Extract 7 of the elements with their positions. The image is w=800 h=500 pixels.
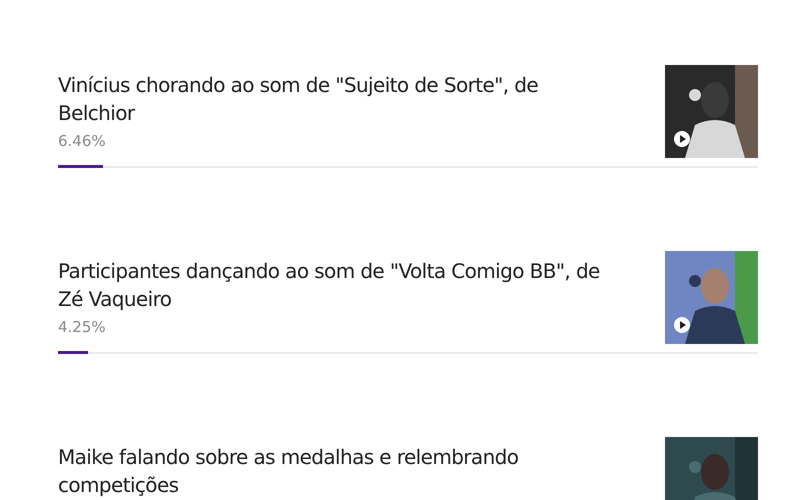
vote-percentage: 6.46%: [58, 132, 107, 150]
play-icon[interactable]: [673, 316, 691, 334]
option-title: Vinícius chorando ao som de "Sujeito de Sorte", de Belchior: [58, 72, 540, 127]
option-title: Participantes dançando ao som de "Volta Comigo BB", de Zé Vaqueiro: [58, 258, 601, 313]
play-icon[interactable]: [673, 130, 691, 148]
vote-percentage: 4.25%: [58, 318, 107, 336]
option-title: Maike falando sobre as medalhas e relembrando competições: [58, 444, 520, 499]
